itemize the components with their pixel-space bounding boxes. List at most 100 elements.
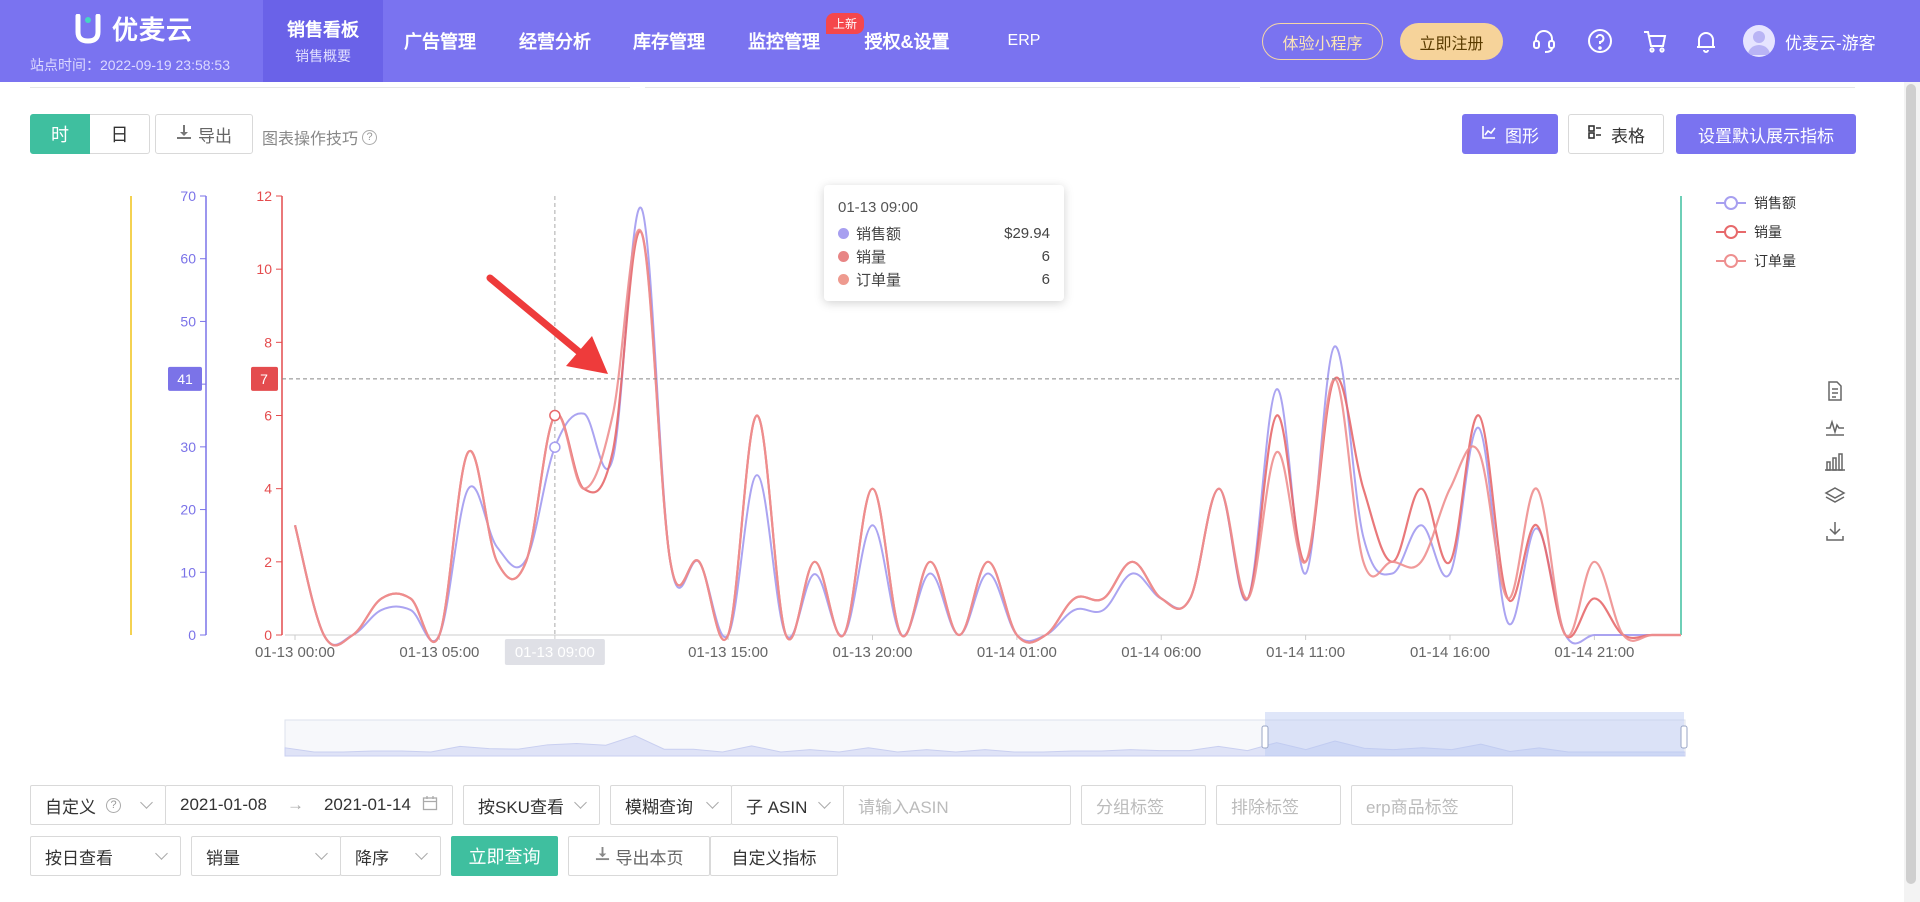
- nav-sales-board[interactable]: 销售看板 销售概要: [263, 0, 383, 82]
- x-tick-label: 01-13 15:00: [688, 644, 768, 661]
- table-icon: [1587, 124, 1603, 145]
- user-name: 优麦云-游客: [1785, 33, 1876, 53]
- chevron-down-icon: [140, 796, 153, 809]
- hover-marker-sales: [549, 441, 561, 453]
- graph-view-label: 图形: [1505, 126, 1539, 146]
- asin-type-select[interactable]: 子 ASIN: [731, 785, 844, 825]
- top-navigation-bar: 优麦云 站点时间：2022-09-19 23:58:53 销售看板 销售概要 广…: [0, 0, 1920, 82]
- sort-field-select[interactable]: 销量: [191, 836, 341, 876]
- left-tick-label: 0: [188, 627, 196, 643]
- custom-metrics-button[interactable]: 自定义指标: [710, 836, 838, 876]
- export-button[interactable]: 导出: [155, 114, 253, 154]
- crosshair-left-value: 41: [177, 371, 193, 387]
- help-icon[interactable]: [1586, 27, 1614, 55]
- user-menu[interactable]: 优麦云-游客: [1743, 25, 1876, 57]
- table-view-button[interactable]: 表格: [1568, 114, 1664, 154]
- zoom-slider[interactable]: [284, 712, 1688, 757]
- download-icon[interactable]: [1824, 520, 1846, 542]
- chart-side-tools: [1824, 380, 1846, 542]
- tooltip-dot: [838, 251, 849, 262]
- quantity-tick-label: 6: [264, 408, 272, 424]
- register-button[interactable]: 立即注册: [1400, 23, 1503, 60]
- legend-item-sales[interactable]: 销售额: [1716, 188, 1796, 217]
- range-type-select[interactable]: 自定义 ?: [30, 785, 166, 825]
- brand-block[interactable]: 优麦云 站点时间：2022-09-19 23:58:53: [30, 10, 250, 75]
- granularity-day[interactable]: 日: [90, 114, 150, 154]
- chevron-down-icon: [155, 847, 168, 860]
- scrollbar-thumb[interactable]: [1906, 84, 1916, 884]
- nav-analysis[interactable]: 经营分析: [510, 0, 600, 82]
- nav-monitor-label: 监控管理: [748, 32, 820, 52]
- legend-item-quantity[interactable]: 销量: [1716, 217, 1796, 246]
- fuzzy-query-value: 模糊查询: [625, 797, 693, 817]
- bar-chart-icon[interactable]: [1824, 450, 1846, 472]
- nav-ads[interactable]: 广告管理: [395, 0, 485, 82]
- x-tick-label: 01-14 06:00: [1121, 644, 1201, 661]
- view-by-day-select[interactable]: 按日查看: [30, 836, 181, 876]
- left-tick-label: 70: [180, 188, 196, 204]
- nav-inventory[interactable]: 库存管理: [624, 0, 714, 82]
- sort-order-value: 降序: [355, 848, 389, 868]
- x-tick-label: 01-14 16:00: [1410, 644, 1490, 661]
- granularity-hour[interactable]: 时: [30, 114, 90, 154]
- quantity-tick-label: 4: [264, 481, 272, 497]
- nav-ads-label: 广告管理: [404, 32, 476, 52]
- chart-tips-label: 图表操作技巧: [262, 131, 359, 148]
- chart-tips[interactable]: 图表操作技巧 ?: [262, 125, 378, 149]
- nav-erp[interactable]: ERP: [994, 0, 1054, 82]
- sales-amount-axis: 010203040506070: [180, 188, 207, 643]
- set-default-metrics-button[interactable]: 设置默认展示指标: [1676, 114, 1856, 154]
- quantity-tick-label: 2: [264, 554, 272, 570]
- sort-order-select[interactable]: 降序: [340, 836, 441, 876]
- nav-auth-settings-label: 授权&设置: [864, 32, 950, 52]
- export-label: 导出: [198, 126, 232, 146]
- tooltip-row: 销售额 $29.94: [838, 222, 1050, 245]
- view-by-sku-value: 按SKU查看: [478, 797, 564, 817]
- end-date: 2021-01-14: [323, 795, 411, 814]
- nav-auth-settings[interactable]: 授权&设置: [857, 0, 957, 82]
- graph-view-button[interactable]: 图形: [1462, 114, 1558, 154]
- query-button[interactable]: 立即查询: [451, 836, 558, 876]
- line-chart-icon[interactable]: [1824, 415, 1846, 437]
- hover-marker-quantity: [549, 409, 561, 422]
- tooltip-value: 6: [1041, 248, 1050, 265]
- left-tick-label: 50: [180, 313, 196, 329]
- stack-icon[interactable]: [1824, 485, 1846, 507]
- erp-tag-input[interactable]: erp商品标签: [1351, 785, 1513, 825]
- x-tick-label: 01-13 09:00: [515, 644, 595, 661]
- card-edge: [30, 82, 630, 88]
- tooltip-name: 销量: [856, 249, 887, 266]
- range-type-value: 自定义: [45, 797, 96, 817]
- view-by-sku-select[interactable]: 按SKU查看: [463, 785, 600, 825]
- legend-marker: [1716, 253, 1746, 268]
- bell-icon[interactable]: [1692, 27, 1720, 55]
- calendar-icon: [422, 795, 438, 816]
- group-tag-input[interactable]: 分组标签: [1081, 785, 1206, 825]
- left-tick-label: 10: [180, 564, 196, 580]
- line-chart-icon: [1481, 124, 1497, 145]
- legend-marker: [1716, 195, 1746, 210]
- headset-icon[interactable]: [1530, 27, 1558, 55]
- date-range-picker[interactable]: 2021-01-08 → 2021-01-14: [165, 785, 453, 825]
- tooltip-time: 01-13 09:00: [838, 199, 919, 216]
- data-view-icon[interactable]: [1824, 380, 1846, 402]
- asin-input[interactable]: 请输入ASIN: [843, 785, 1071, 825]
- chart-legend: 销售额 销量 订单量: [1716, 188, 1796, 275]
- brand-logo-icon: [74, 13, 102, 44]
- quantity-tick-label: 8: [264, 334, 272, 350]
- arrow-shaft: [486, 274, 588, 360]
- brand-name: 优麦云: [112, 15, 194, 45]
- chart-tooltip: 01-13 09:00 销售额 $29.94 销量 6 订单量 6: [824, 185, 1064, 301]
- cart-icon[interactable]: [1641, 27, 1669, 55]
- chevron-down-icon: [706, 796, 719, 809]
- export-page-button[interactable]: 导出本页: [568, 836, 710, 876]
- fuzzy-query-select[interactable]: 模糊查询: [610, 785, 732, 825]
- exclude-tag-input[interactable]: 排除标签: [1216, 785, 1341, 825]
- tooltip-name: 订单量: [856, 272, 902, 289]
- card-edge: [645, 82, 1240, 88]
- legend-item-orders[interactable]: 订单量: [1716, 246, 1796, 275]
- mini-program-button[interactable]: 体验小程序: [1262, 23, 1383, 60]
- nav-monitor[interactable]: 监控管理: [739, 0, 829, 82]
- time-axis: 01-13 00:00 01-13 05:00 01-13 09:00 01-13 1…: [255, 634, 1681, 665]
- question-icon: ?: [106, 797, 121, 813]
